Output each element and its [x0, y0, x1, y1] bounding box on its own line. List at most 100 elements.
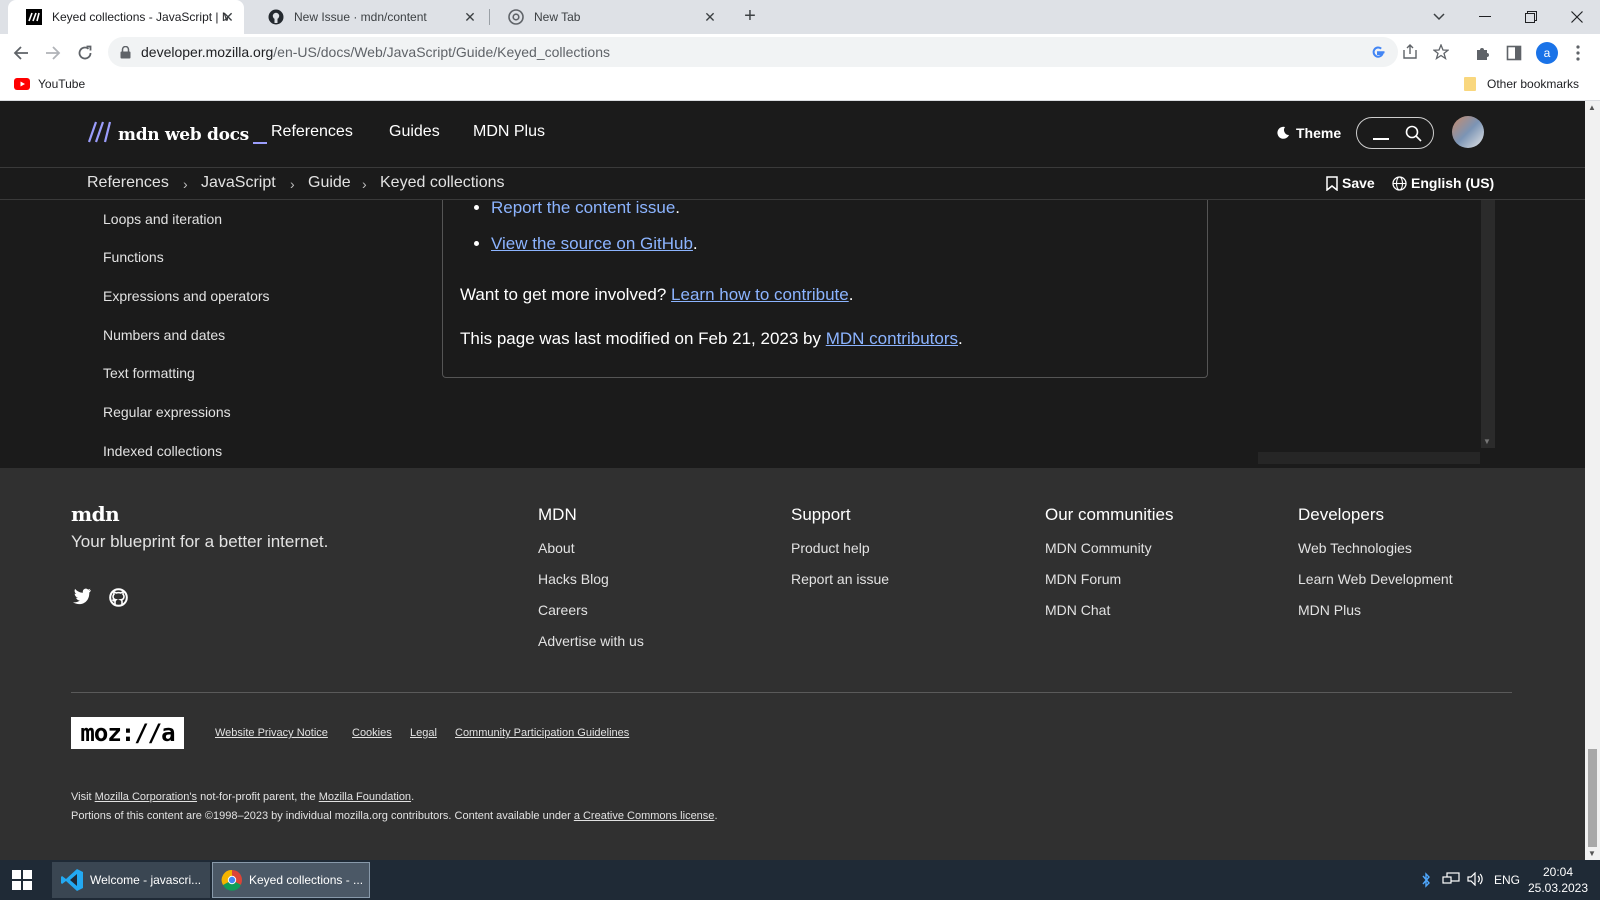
language-switcher[interactable]: English (US) [1392, 175, 1494, 191]
bookmark-star-icon[interactable] [1432, 43, 1450, 61]
forward-arrow-icon[interactable] [40, 40, 66, 66]
scroll-down-arrow-icon[interactable]: ▼ [1588, 849, 1596, 858]
input-language[interactable]: ENG [1494, 873, 1520, 887]
report-issue-link[interactable]: Report the content issue [491, 200, 675, 217]
contributors-link[interactable]: MDN contributors [826, 329, 958, 348]
system-clock[interactable]: 20:04 25.03.2023 [1526, 864, 1590, 896]
clock-time: 20:04 [1542, 865, 1574, 879]
page-footer: mdn Your blueprint for a better internet… [0, 468, 1585, 860]
mdn-logo[interactable]: mdn web docs [87, 121, 267, 148]
sidebar-item-expressions[interactable]: Expressions and operators [103, 288, 270, 304]
view-source-link[interactable]: View the source on GitHub [491, 234, 693, 253]
theme-button[interactable]: Theme [1276, 125, 1341, 141]
search-icon[interactable] [1405, 125, 1422, 142]
search-input[interactable] [1356, 117, 1434, 149]
reload-icon[interactable] [72, 40, 98, 66]
contribute-link[interactable]: Learn how to contribute [671, 285, 849, 304]
github-icon[interactable] [109, 588, 128, 607]
kebab-menu-icon[interactable] [1567, 42, 1589, 64]
lock-icon[interactable] [120, 45, 131, 59]
volume-icon[interactable] [1467, 872, 1485, 886]
close-tab-icon[interactable]: ✕ [702, 9, 718, 25]
bluetooth-icon[interactable] [1421, 872, 1431, 888]
taskbar-vscode[interactable]: Welcome - javascri... [52, 862, 210, 898]
network-icon[interactable] [1442, 872, 1460, 886]
sidebar-item-loops[interactable]: Loops and iteration [103, 211, 222, 227]
breadcrumb-chevron-icon: › [290, 176, 295, 192]
taskbar-chrome[interactable]: Keyed collections - ... [212, 862, 370, 898]
nav-references[interactable]: References [271, 123, 353, 141]
user-avatar[interactable] [1452, 116, 1484, 148]
breadcrumb-keyed-collections[interactable]: Keyed collections [380, 174, 505, 192]
footer-link-careers[interactable]: Careers [538, 602, 588, 618]
footer-link-about[interactable]: About [538, 540, 575, 556]
footer-link-product-help[interactable]: Product help [791, 540, 870, 556]
sidebar-item-text-formatting[interactable]: Text formatting [103, 365, 195, 381]
sidebar-item-functions[interactable]: Functions [103, 249, 164, 265]
mozilla-foundation-link[interactable]: Mozilla Foundation [319, 791, 411, 803]
footer-mdn-logo[interactable]: mdn [71, 502, 120, 526]
footer-link-advertise[interactable]: Advertise with us [538, 633, 644, 649]
new-tab-plus-icon[interactable]: + [738, 5, 762, 29]
save-button[interactable]: Save [1326, 175, 1375, 191]
footer-link-web-technologies[interactable]: Web Technologies [1298, 540, 1412, 556]
mozilla-corporation-link[interactable]: Mozilla Corporation's [95, 791, 197, 803]
profile-avatar[interactable]: a [1536, 42, 1558, 64]
mozilla-logo[interactable]: moz://a [71, 717, 184, 749]
creative-commons-link[interactable]: a Creative Commons license [574, 810, 715, 822]
sidebar-item-numbers-dates[interactable]: Numbers and dates [103, 327, 225, 343]
close-window-icon[interactable] [1554, 0, 1600, 34]
logo-cursor [252, 141, 267, 144]
tab-new-issue[interactable]: New Issue · mdn/content ✕ [250, 0, 486, 34]
tab-new-tab[interactable]: New Tab ✕ [490, 0, 726, 34]
horizontal-scrollbar[interactable] [1258, 452, 1480, 464]
tab-title: Keyed collections - JavaScript | M [52, 10, 228, 24]
last-modified-text: This page was last modified on Feb 21, 2… [460, 329, 963, 348]
scroll-up-arrow-icon[interactable]: ▲ [1588, 103, 1596, 112]
footer-link-mdn-plus[interactable]: MDN Plus [1298, 602, 1361, 618]
page-scrollbar[interactable]: ▲ ▼ [1585, 101, 1600, 860]
tab-keyed-collections[interactable]: Keyed collections - JavaScript | M ✕ [8, 0, 244, 34]
fine-prefix: Visit [71, 791, 92, 803]
windows-start-icon[interactable] [12, 870, 32, 890]
legal-link-privacy[interactable]: Website Privacy Notice [215, 727, 328, 739]
tab-search-chevron-icon[interactable] [1416, 0, 1462, 34]
contribute-box: Report the content issue. View the sourc… [442, 200, 1208, 378]
share-icon[interactable] [1401, 43, 1419, 61]
bookmark-label: Other bookmarks [1487, 77, 1580, 91]
breadcrumb-javascript[interactable]: JavaScript [201, 174, 276, 192]
sidebar-item-indexed-collections[interactable]: Indexed collections [103, 443, 222, 459]
url-text: developer.mozilla.org/en-US/docs/Web/Jav… [141, 44, 610, 60]
close-tab-icon[interactable]: ✕ [462, 9, 478, 25]
toc-scrollbar[interactable]: ▼ [1481, 200, 1495, 448]
nav-guides[interactable]: Guides [389, 123, 440, 141]
footer-link-mdn-chat[interactable]: MDN Chat [1045, 602, 1110, 618]
legal-link-guidelines[interactable]: Community Participation Guidelines [455, 727, 629, 739]
sidebar-item-regex[interactable]: Regular expressions [103, 404, 231, 420]
scrollbar-thumb[interactable] [1588, 749, 1597, 847]
list-item: View the source on GitHub. [491, 232, 698, 268]
close-tab-icon[interactable]: ✕ [220, 9, 236, 25]
breadcrumb-references[interactable]: References [87, 174, 169, 192]
legal-link-legal[interactable]: Legal [410, 727, 437, 739]
minimize-icon[interactable] [1462, 0, 1508, 34]
twitter-icon[interactable] [72, 588, 92, 605]
footer-link-mdn-forum[interactable]: MDN Forum [1045, 571, 1121, 587]
breadcrumb-guide[interactable]: Guide [308, 174, 351, 192]
scroll-down-arrow-icon[interactable]: ▼ [1483, 437, 1491, 446]
footer-link-report-issue[interactable]: Report an issue [791, 571, 889, 587]
windows-taskbar: Welcome - javascri... Keyed collections … [0, 860, 1600, 900]
other-bookmarks[interactable]: Other bookmarks [1463, 77, 1579, 91]
footer-link-mdn-community[interactable]: MDN Community [1045, 540, 1152, 556]
footer-link-learn-web-dev[interactable]: Learn Web Development [1298, 571, 1453, 587]
footer-link-hacks-blog[interactable]: Hacks Blog [538, 571, 609, 587]
side-panel-icon[interactable] [1503, 42, 1525, 64]
nav-mdn-plus[interactable]: MDN Plus [473, 123, 545, 141]
back-arrow-icon[interactable] [8, 40, 34, 66]
legal-link-cookies[interactable]: Cookies [352, 727, 392, 739]
extensions-puzzle-icon[interactable] [1471, 42, 1493, 64]
address-bar[interactable]: developer.mozilla.org/en-US/docs/Web/Jav… [108, 37, 1398, 67]
bookmark-youtube[interactable]: YouTube [14, 77, 85, 91]
google-icon[interactable] [1369, 43, 1387, 61]
restore-icon[interactable] [1508, 0, 1554, 34]
